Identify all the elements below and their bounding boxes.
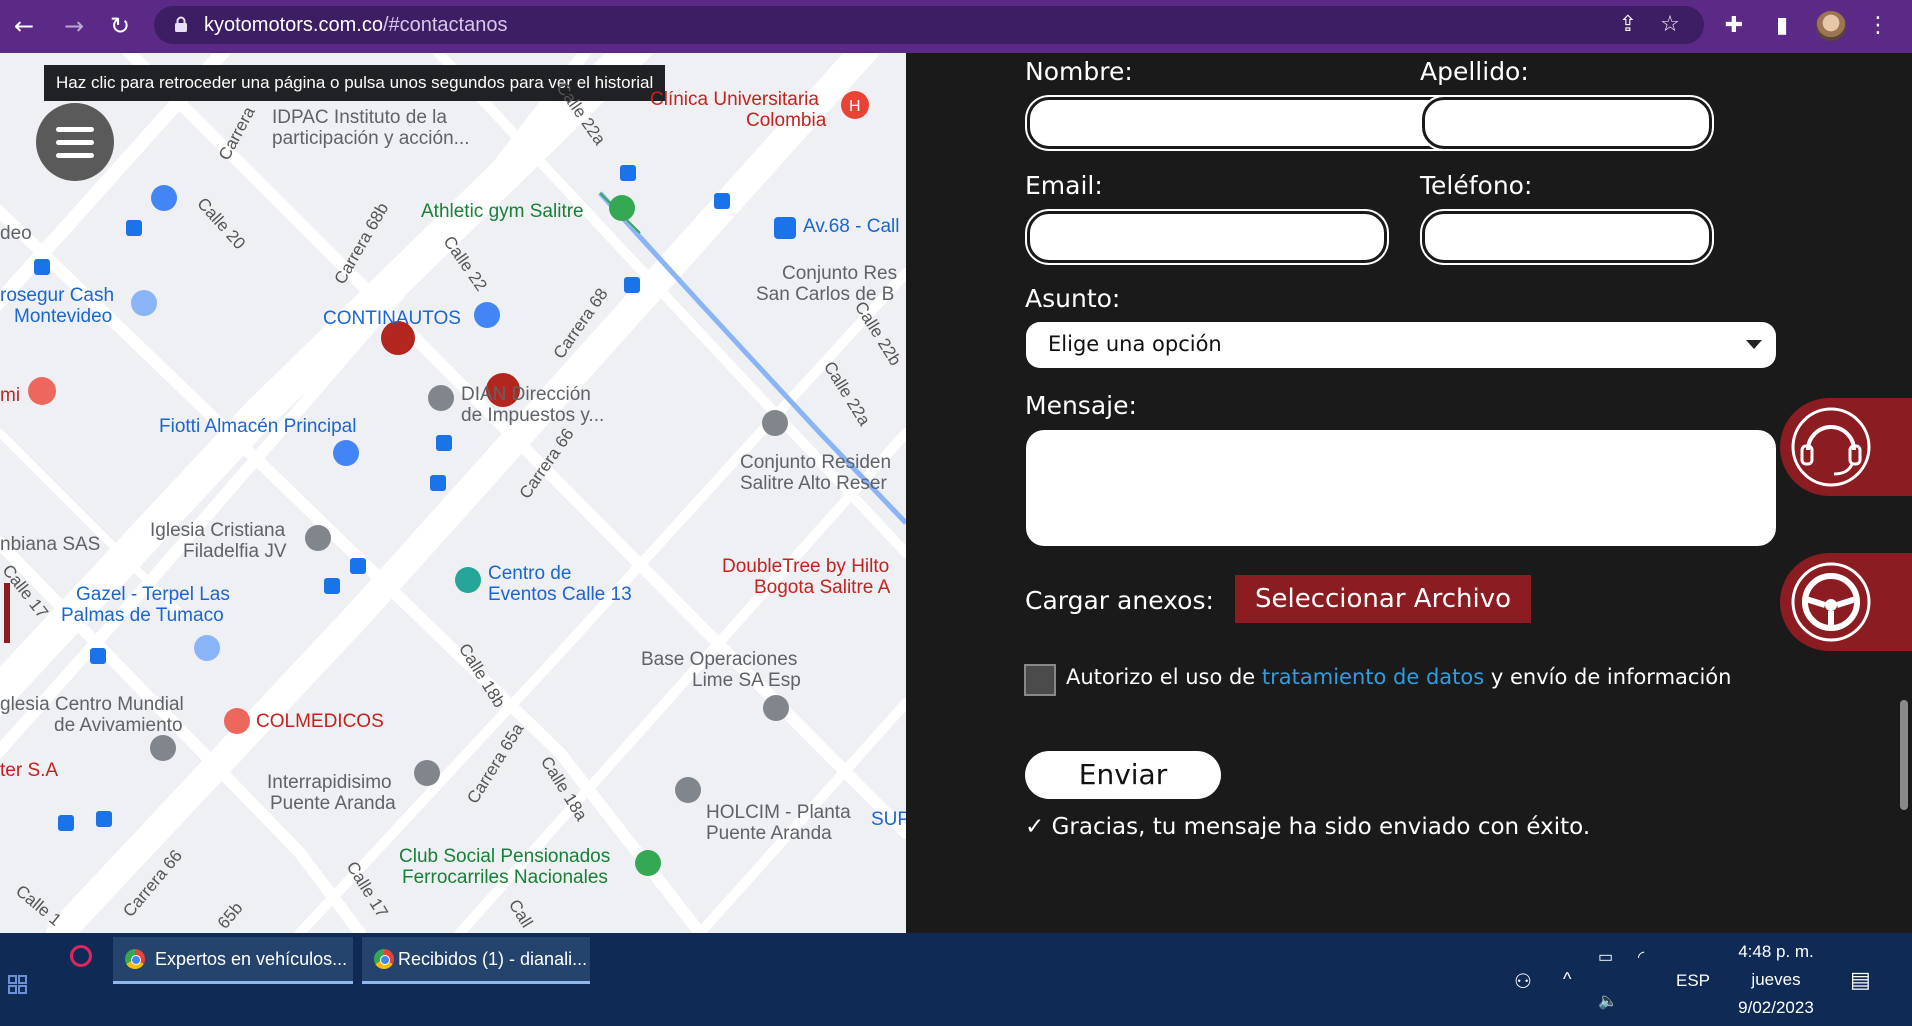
clock-day[interactable]: jueves <box>1720 970 1832 990</box>
asunto-selected-value: Elige una opción <box>1048 332 1222 356</box>
map-label[interactable]: Puente Aranda <box>270 793 396 814</box>
test-drive-button[interactable] <box>1780 553 1912 651</box>
taskbar-app-kyoto[interactable]: Expertos en vehículos... <box>113 937 353 984</box>
clock-date[interactable]: 9/02/2023 <box>1720 998 1832 1018</box>
asunto-select[interactable]: Elige una opción <box>1026 322 1776 368</box>
map-label[interactable]: San Carlos de B <box>756 284 894 305</box>
map-label[interactable]: participación y acción... <box>272 128 470 149</box>
start-icon[interactable] <box>8 975 28 995</box>
map-label[interactable]: Eventos Calle 13 <box>488 584 632 605</box>
map-label[interactable]: glesia Centro Mundial <box>0 694 184 715</box>
map-label[interactable]: Colombia <box>746 110 826 131</box>
mensaje-textarea[interactable] <box>1026 430 1776 546</box>
map-label[interactable]: de Avivamiento <box>54 715 183 736</box>
map-label[interactable]: deo <box>0 223 32 244</box>
url-text: kyotomotors.com.co/#contactanos <box>204 14 508 36</box>
map-label[interactable]: Interrapidisimo <box>267 772 392 793</box>
chevron-up-icon[interactable]: ^ <box>1563 969 1571 990</box>
map-label[interactable]: Gazel - Terpel Las <box>76 584 230 605</box>
nombre-label: Nombre: <box>1025 57 1133 86</box>
map-label[interactable]: Lime SA Esp <box>692 670 801 691</box>
language-indicator[interactable]: ESP <box>1676 971 1710 991</box>
headset-icon <box>1791 407 1871 487</box>
map-label[interactable]: Montevideo <box>14 306 112 327</box>
notifications-icon[interactable]: ▤ <box>1850 967 1871 993</box>
map-label[interactable]: Palmas de Tumaco <box>61 605 224 626</box>
email-label: Email: <box>1025 171 1103 200</box>
steering-wheel-icon <box>1791 562 1871 642</box>
email-input[interactable] <box>1027 211 1387 263</box>
support-agent-button[interactable] <box>1780 398 1912 496</box>
windows-taskbar: Expertos en vehículos... Recibidos (1) -… <box>0 933 1912 1026</box>
forward-icon[interactable]: → <box>58 10 90 42</box>
svg-text:H: H <box>849 98 861 115</box>
map-label[interactable]: Bogota Salitre A <box>754 577 890 598</box>
battery-icon[interactable]: ▭ <box>1598 947 1613 967</box>
profile-avatar[interactable] <box>1816 11 1846 41</box>
mensaje-label: Mensaje: <box>1025 391 1137 420</box>
map-label[interactable]: Club Social Pensionados <box>399 846 610 867</box>
volume-icon[interactable]: 🔈 <box>1598 991 1618 1011</box>
consent-text: Autorizo el uso de tratamiento de datos … <box>1066 665 1732 689</box>
apellido-label: Apellido: <box>1420 57 1529 86</box>
map-label[interactable]: Av.68 - Call <box>803 216 899 237</box>
map-label[interactable]: Athletic gym Salitre <box>421 201 584 222</box>
checkmark-icon: ✓ <box>1025 814 1045 840</box>
map-label[interactable]: Iglesia Cristiana <box>150 520 285 541</box>
map-label[interactable]: HOLCIM - Planta <box>706 802 851 823</box>
bookmark-star-icon[interactable]: ☆ <box>1656 11 1684 39</box>
chrome-icon <box>374 949 394 969</box>
select-file-button[interactable]: Seleccionar Archivo <box>1235 575 1531 623</box>
opera-icon[interactable] <box>70 945 92 967</box>
apellido-input[interactable] <box>1422 97 1712 149</box>
map-label[interactable]: Centro de <box>488 563 571 584</box>
map-label[interactable]: nbiana SAS <box>0 534 100 555</box>
map-label[interactable]: Fiotti Almacén Principal <box>159 416 356 437</box>
address-bar[interactable]: kyotomotors.com.co/#contactanos ⇪ ☆ <box>154 6 1704 44</box>
chrome-icon <box>125 949 145 969</box>
telefono-label: Teléfono: <box>1420 171 1533 200</box>
reload-icon[interactable]: ↻ <box>104 10 136 42</box>
taskbar-app-gmail[interactable]: Recibidos (1) - dianali... <box>362 937 590 984</box>
people-icon[interactable]: ⚇ <box>1514 969 1532 994</box>
browser-toolbar: ← → ↻ kyotomotors.com.co/#contactanos ⇪ … <box>0 0 1912 53</box>
map-label[interactable]: Filadelfia JV <box>183 541 287 562</box>
map-label[interactable]: IDPAC Instituto de la <box>272 107 447 128</box>
map-label[interactable]: Salitre Alto Reser <box>740 473 887 494</box>
map-label[interactable]: Conjunto Res <box>782 263 897 284</box>
map-label[interactable]: DoubleTree by Hilto <box>722 556 889 577</box>
page-scrollbar[interactable] <box>1900 700 1908 810</box>
side-panel-icon[interactable]: ▮ <box>1768 12 1796 40</box>
map-label[interactable]: mi <box>0 385 20 406</box>
map-view[interactable]: H Haz clic para retroceder una página o … <box>0 53 906 933</box>
map-label[interactable]: SUP <box>871 809 906 830</box>
consent-checkbox[interactable] <box>1024 664 1056 696</box>
menu-dots-icon[interactable]: ⋮ <box>1864 12 1892 40</box>
map-label[interactable]: COLMEDICOS <box>256 711 384 732</box>
wifi-icon[interactable]: ◜ <box>1638 947 1644 967</box>
telefono-input[interactable] <box>1422 211 1712 263</box>
clock-time[interactable]: 4:48 p. m. <box>1720 942 1832 962</box>
chevron-down-icon <box>1746 340 1762 349</box>
extensions-icon[interactable]: ✚ <box>1720 12 1748 40</box>
map-label[interactable]: rosegur Cash <box>0 285 114 306</box>
hamburger-menu-button[interactable] <box>36 103 114 181</box>
map-label[interactable]: Clínica Universitaria <box>650 89 819 110</box>
map-label[interactable]: DIAN Dirección <box>461 384 591 405</box>
map-label[interactable]: ter S.A <box>0 760 58 781</box>
map-label[interactable]: de Impuestos y... <box>461 405 604 426</box>
asunto-label: Asunto: <box>1025 284 1121 313</box>
send-button[interactable]: Enviar <box>1025 751 1221 799</box>
map-label[interactable]: Ferrocarriles Nacionales <box>402 867 608 888</box>
share-icon[interactable]: ⇪ <box>1614 11 1642 39</box>
back-icon[interactable]: ← <box>8 10 40 42</box>
map-label[interactable]: Conjunto Residen <box>740 452 891 473</box>
data-treatment-link[interactable]: tratamiento de datos <box>1262 665 1484 689</box>
map-label[interactable]: CONTINAUTOS <box>323 308 461 329</box>
map-label[interactable]: Base Operaciones <box>641 649 797 670</box>
success-message: ✓ Gracias, tu mensaje ha sido enviado co… <box>1025 814 1591 840</box>
anexos-label: Cargar anexos: <box>1025 586 1214 615</box>
lock-icon <box>175 16 187 32</box>
map-label[interactable]: Puente Aranda <box>706 823 832 844</box>
